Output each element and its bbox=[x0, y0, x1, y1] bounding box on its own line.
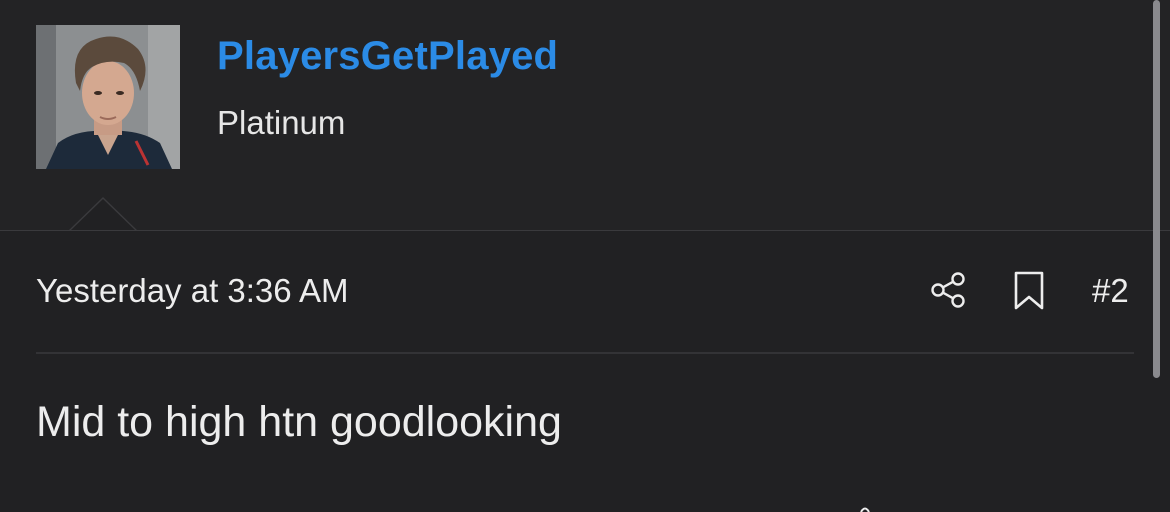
post-date-link[interactable]: Yesterday at 3:36 AM bbox=[36, 272, 349, 310]
post-number-link[interactable]: #2 bbox=[1092, 272, 1129, 310]
post-body: Mid to high htn goodlooking bbox=[36, 398, 562, 446]
scrollbar[interactable] bbox=[1153, 0, 1160, 378]
share-icon[interactable] bbox=[928, 270, 968, 310]
partial-glyph bbox=[860, 507, 870, 512]
header-divider bbox=[0, 230, 1170, 231]
avatar-image bbox=[36, 25, 180, 169]
avatar[interactable] bbox=[36, 25, 180, 169]
username-link[interactable]: PlayersGetPlayed bbox=[217, 34, 558, 79]
user-header: PlayersGetPlayed Platinum bbox=[0, 0, 1170, 230]
bookmark-icon[interactable] bbox=[1012, 270, 1046, 312]
meta-divider bbox=[36, 352, 1134, 354]
post-page: PlayersGetPlayed Platinum Yesterday at 3… bbox=[0, 0, 1170, 512]
message-arrow-fill bbox=[70, 199, 136, 231]
user-title: Platinum bbox=[217, 104, 346, 141]
